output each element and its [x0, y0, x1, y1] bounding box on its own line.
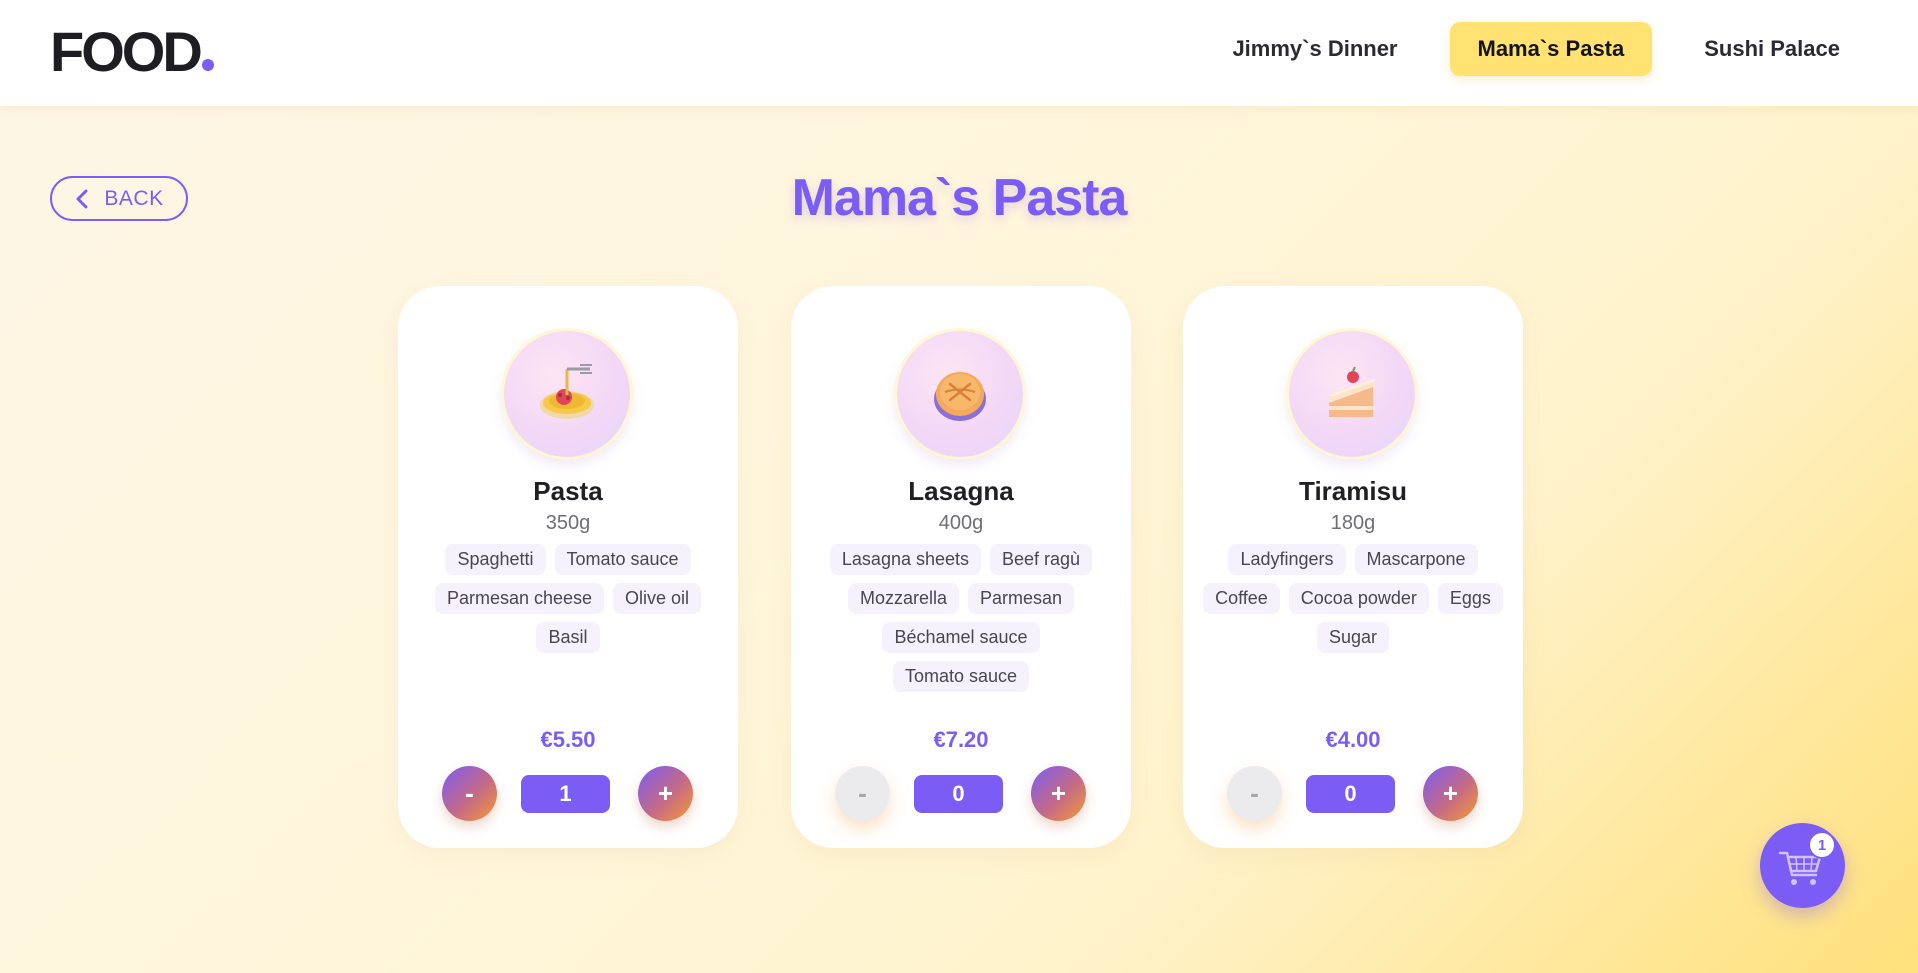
dish-price: €5.50 — [540, 727, 596, 752]
decrease-button[interactable]: - — [1227, 766, 1282, 821]
restaurant-nav: Jimmy`s Dinner Mama`s Pasta Sushi Palace — [1204, 22, 1868, 76]
ingredient-tag: Cocoa powder — [1288, 583, 1429, 614]
ingredient-tag: Spaghetti — [445, 544, 546, 575]
ingredient-list: Lasagna sheets Beef ragù Mozzarella Parm… — [811, 544, 1111, 692]
dish-price: €7.20 — [933, 727, 989, 752]
ingredient-tag: Coffee — [1203, 583, 1280, 614]
decrease-button[interactable]: - — [442, 766, 497, 821]
cart-count-badge: 1 — [1810, 833, 1834, 857]
logo[interactable]: FOOD — [50, 22, 214, 82]
logo-dot — [201, 59, 214, 71]
quantity-value: 0 — [1306, 775, 1395, 813]
decrease-button[interactable]: - — [835, 766, 890, 821]
ingredient-tag: Olive oil — [613, 583, 702, 614]
ingredient-tag: Béchamel sauce — [882, 622, 1040, 653]
dish-weight: 400g — [938, 512, 984, 534]
quantity-value: 0 — [914, 775, 1003, 813]
nav-item-sushi-palace[interactable]: Sushi Palace — [1676, 22, 1868, 76]
ingredient-tag: Eggs — [1437, 583, 1503, 614]
ingredient-tag: Mascarpone — [1354, 544, 1478, 575]
dish-name: Pasta — [533, 476, 603, 506]
logo-text: FOOD — [50, 20, 203, 83]
ingredient-tag: Sugar — [1316, 622, 1390, 653]
dish-image — [504, 331, 630, 457]
ingredient-tag: Parmesan cheese — [434, 583, 605, 614]
increase-button[interactable]: + — [1423, 766, 1478, 821]
ingredient-list: Ladyfingers Mascarpone Coffee Cocoa powd… — [1203, 544, 1503, 653]
increase-button[interactable]: + — [638, 766, 693, 821]
ingredient-tag: Basil — [536, 622, 600, 653]
menu-card-lasagna: Lasagna 400g Lasagna sheets Beef ragù Mo… — [791, 286, 1131, 848]
dish-name: Lasagna — [908, 476, 1014, 506]
quantity-stepper: - 1 + — [442, 766, 694, 822]
ingredient-tag: Parmesan — [967, 583, 1075, 614]
ingredient-tag: Tomato sauce — [892, 661, 1030, 692]
ingredient-list: Spaghetti Tomato sauce Parmesan cheese O… — [418, 544, 718, 653]
page-title: Mama`s Pasta — [791, 169, 1128, 227]
dish-weight: 350g — [545, 512, 591, 534]
dish-image — [897, 331, 1023, 457]
ingredient-tag: Ladyfingers — [1228, 544, 1346, 575]
quantity-stepper: - 0 + — [1227, 766, 1479, 822]
cart-button[interactable]: 1 — [1760, 823, 1845, 908]
quantity-value: 1 — [521, 775, 610, 813]
nav-item-jimmys-dinner[interactable]: Jimmy`s Dinner — [1204, 22, 1425, 76]
dish-weight: 180g — [1330, 512, 1376, 534]
quantity-stepper: - 0 + — [835, 766, 1087, 822]
top-header: FOOD Jimmy`s Dinner Mama`s Pasta Sushi P… — [0, 0, 1918, 106]
menu-card-tiramisu: Tiramisu 180g Ladyfingers Mascarpone Cof… — [1183, 286, 1523, 848]
ingredient-tag: Lasagna sheets — [829, 544, 982, 575]
ingredient-tag: Beef ragù — [990, 544, 1093, 575]
menu-card-pasta: Pasta 350g Spaghetti Tomato sauce Parmes… — [398, 286, 738, 848]
dish-name: Tiramisu — [1299, 476, 1407, 506]
increase-button[interactable]: + — [1031, 766, 1086, 821]
dish-image — [1289, 331, 1415, 457]
ingredient-tag: Tomato sauce — [554, 544, 691, 575]
dish-price: €4.00 — [1325, 727, 1381, 752]
ingredient-tag: Mozzarella — [847, 583, 959, 614]
nav-item-mamas-pasta[interactable]: Mama`s Pasta — [1449, 22, 1653, 76]
